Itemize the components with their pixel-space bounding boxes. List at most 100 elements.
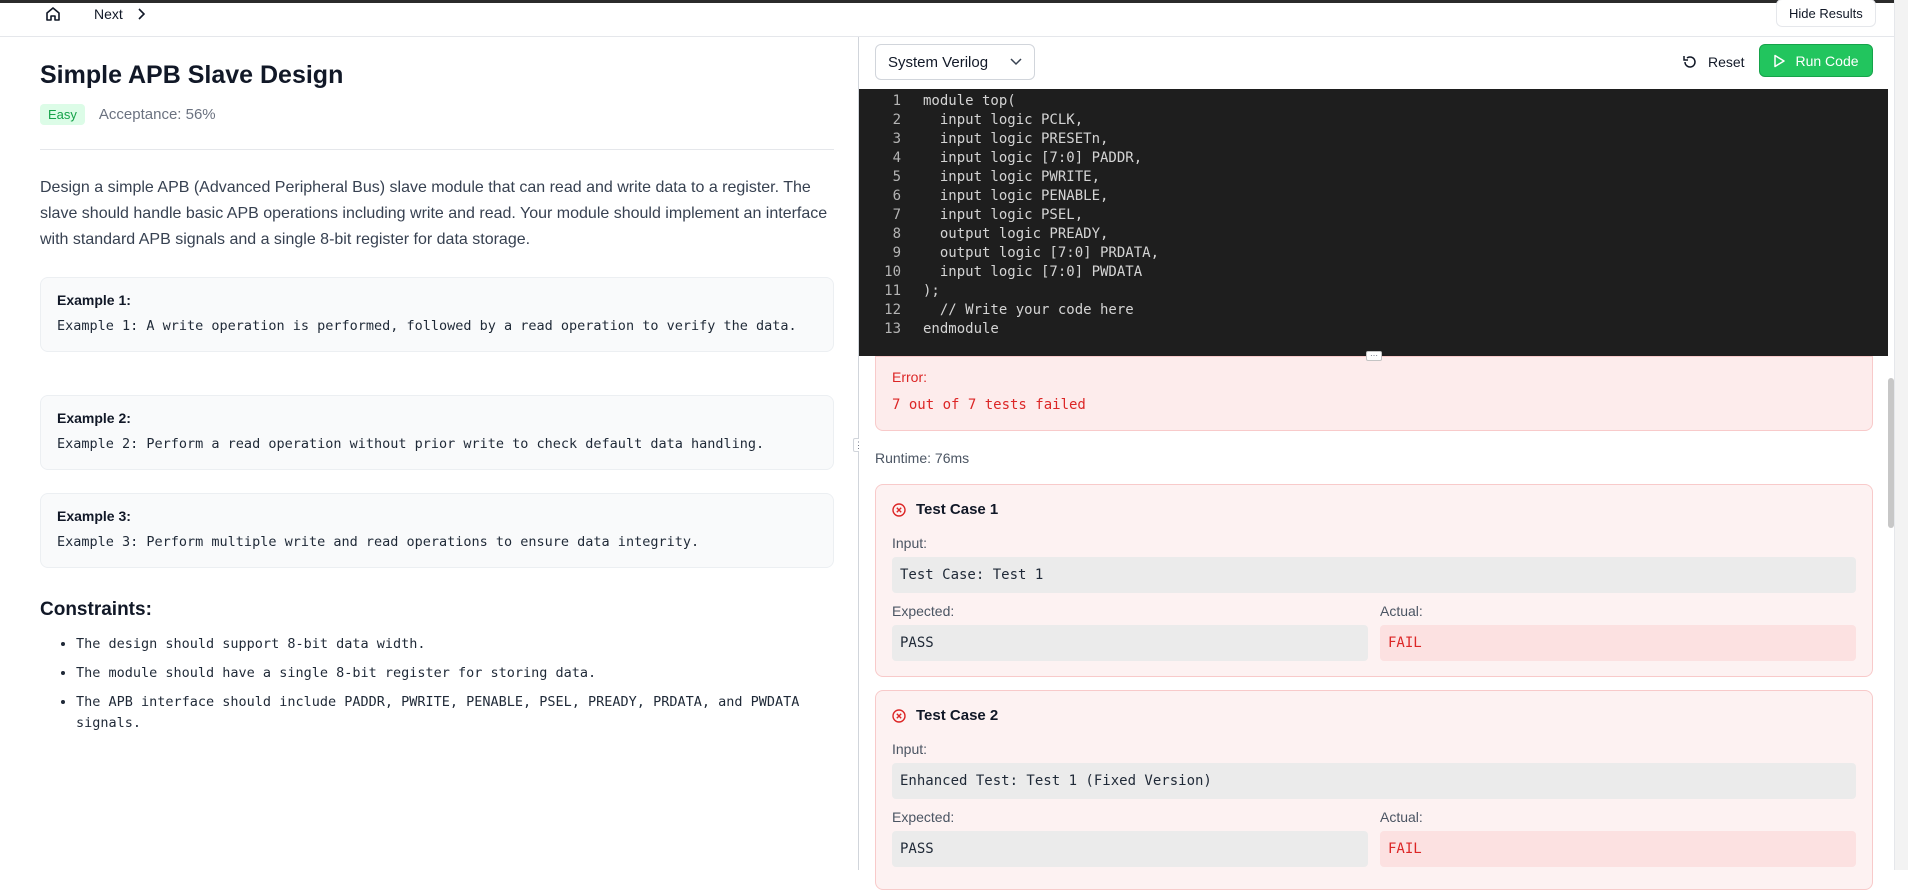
code-line: 8 output logic PREADY,: [859, 224, 1109, 243]
code-editor[interactable]: 1 module top( 2 input logic PCLK, 3 input…: [859, 89, 1888, 356]
code-line: 12 // Write your code here: [859, 300, 1134, 319]
error-title: Error:: [892, 369, 927, 385]
chevron-right-icon: [138, 8, 145, 20]
code-line: 1 module top(: [859, 91, 1016, 110]
error-message: 7 out of 7 tests failed: [892, 397, 1086, 413]
code-panel: System Verilog Reset Run Code 1 module to…: [859, 37, 1894, 890]
next-label: Next: [94, 6, 123, 22]
actual-label: Actual:: [1380, 603, 1423, 619]
runtime-label: Runtime: 76ms: [875, 450, 970, 466]
line-number: 12: [884, 301, 901, 318]
error-box: Error: 7 out of 7 tests failed: [875, 356, 1873, 431]
example-text: Example 3: Perform multiple write and re…: [57, 534, 700, 550]
test-case-card: Test Case 1 Input: Test Case: Test 1 Exp…: [875, 484, 1873, 677]
constraints-title: Constraints:: [40, 599, 152, 620]
code-line: 11);: [859, 281, 940, 300]
input-label: Input:: [892, 741, 928, 757]
code-text: input logic [7:0] PADDR,: [923, 149, 1143, 166]
error-circle-icon: [892, 502, 906, 517]
home-icon[interactable]: [44, 5, 62, 23]
line-number: 5: [892, 168, 901, 185]
code-line: 5 input logic PWRITE,: [859, 167, 1100, 186]
actual-label: Actual:: [1380, 809, 1423, 825]
play-icon: [1774, 54, 1786, 67]
example-card: Example 3: Example 3: Perform multiple w…: [40, 493, 834, 568]
top-nav: Next Hide Results: [0, 0, 1894, 37]
code-line: 9 output logic [7:0] PRDATA,: [859, 243, 1159, 262]
expected-value: PASS: [892, 625, 1368, 661]
code-line: 2 input logic PCLK,: [859, 110, 1084, 129]
input-value: Test Case: Test 1: [892, 557, 1856, 593]
input-value: Enhanced Test: Test 1 (Fixed Version): [892, 763, 1856, 799]
code-text: input logic PSEL,: [923, 206, 1084, 223]
divider-line: [40, 149, 834, 150]
run-code-label: Run Code: [1795, 52, 1859, 69]
example-text: Example 1: A write operation is performe…: [57, 318, 797, 334]
example-title: Example 3:: [57, 508, 131, 524]
code-line: 4 input logic [7:0] PADDR,: [859, 148, 1143, 167]
line-number: 11: [884, 282, 901, 299]
example-card: Example 1: Example 1: A write operation …: [40, 277, 834, 352]
hide-results-button[interactable]: Hide Results: [1776, 0, 1876, 27]
actual-value: FAIL: [1380, 831, 1856, 867]
constraint-item: The design should support 8-bit data wid…: [76, 634, 846, 655]
code-text: input logic PCLK,: [923, 111, 1084, 128]
line-number: 1: [892, 92, 901, 109]
language-value: System Verilog: [888, 53, 989, 71]
code-text: input logic PENABLE,: [923, 187, 1109, 204]
test-case-title: Test Case 1: [916, 501, 999, 518]
actual-value: FAIL: [1380, 625, 1856, 661]
constraint-item: The APB interface should include PADDR, …: [76, 692, 846, 734]
constraint-item: The module should have a single 8-bit re…: [76, 663, 846, 684]
window-edge: [1894, 0, 1908, 870]
error-circle-icon: [892, 708, 906, 723]
code-text: // Write your code here: [923, 301, 1134, 318]
problem-description: Design a simple APB (Advanced Peripheral…: [40, 179, 828, 248]
code-text: input logic PWRITE,: [923, 168, 1101, 185]
results-scrollbar[interactable]: [1888, 378, 1894, 528]
code-text: output logic PREADY,: [923, 225, 1109, 242]
code-text: input logic [7:0] PWDATA: [923, 263, 1143, 280]
resize-handle-icon[interactable]: ⋯: [1366, 351, 1382, 361]
test-case-title: Test Case 2: [916, 707, 999, 724]
test-case-header: Test Case 1: [892, 501, 998, 518]
line-number: 8: [892, 225, 901, 242]
code-text: input logic PRESETn,: [923, 130, 1109, 147]
expected-label: Expected:: [892, 603, 955, 619]
code-line: 13 endmodule: [859, 319, 999, 338]
example-title: Example 2:: [57, 410, 131, 426]
example-card: Example 2: Example 2: Perform a read ope…: [40, 395, 834, 470]
code-text: output logic [7:0] PRDATA,: [923, 244, 1160, 261]
test-case-card: Test Case 2 Input: Enhanced Test: Test 1…: [875, 690, 1873, 890]
code-line: 6 input logic PENABLE,: [859, 186, 1109, 205]
test-case-header: Test Case 2: [892, 707, 998, 724]
code-line: 3 input logic PRESETn,: [859, 129, 1109, 148]
expected-value: PASS: [892, 831, 1368, 867]
reset-icon: [1683, 56, 1696, 68]
line-number: 6: [892, 187, 901, 204]
line-number: 7: [892, 206, 901, 223]
run-code-button[interactable]: Run Code: [1759, 44, 1873, 77]
line-number: 4: [892, 149, 901, 166]
expected-label: Expected:: [892, 809, 955, 825]
code-line: 10 input logic [7:0] PWDATA: [859, 262, 1142, 281]
difficulty-badge: Easy: [40, 104, 85, 125]
code-text: module top(: [923, 92, 1016, 109]
line-number: 10: [884, 263, 901, 280]
problem-meta: Easy Acceptance: 56%: [40, 104, 216, 125]
language-select[interactable]: System Verilog: [875, 44, 1035, 80]
code-line: 7 input logic PSEL,: [859, 205, 1084, 224]
reset-label: Reset: [1708, 54, 1745, 70]
next-button[interactable]: Next: [94, 3, 145, 25]
line-number: 13: [884, 320, 901, 337]
line-number: 2: [892, 111, 901, 128]
code-text: endmodule: [923, 320, 999, 337]
reset-button[interactable]: Reset: [1674, 44, 1753, 80]
code-text: );: [923, 282, 940, 299]
example-title: Example 1:: [57, 292, 131, 308]
line-number: 9: [892, 244, 901, 261]
input-label: Input:: [892, 535, 928, 551]
line-number: 3: [892, 130, 901, 147]
editor-toolbar: System Verilog Reset Run Code: [859, 37, 1894, 89]
example-text: Example 2: Perform a read operation with…: [57, 436, 765, 452]
